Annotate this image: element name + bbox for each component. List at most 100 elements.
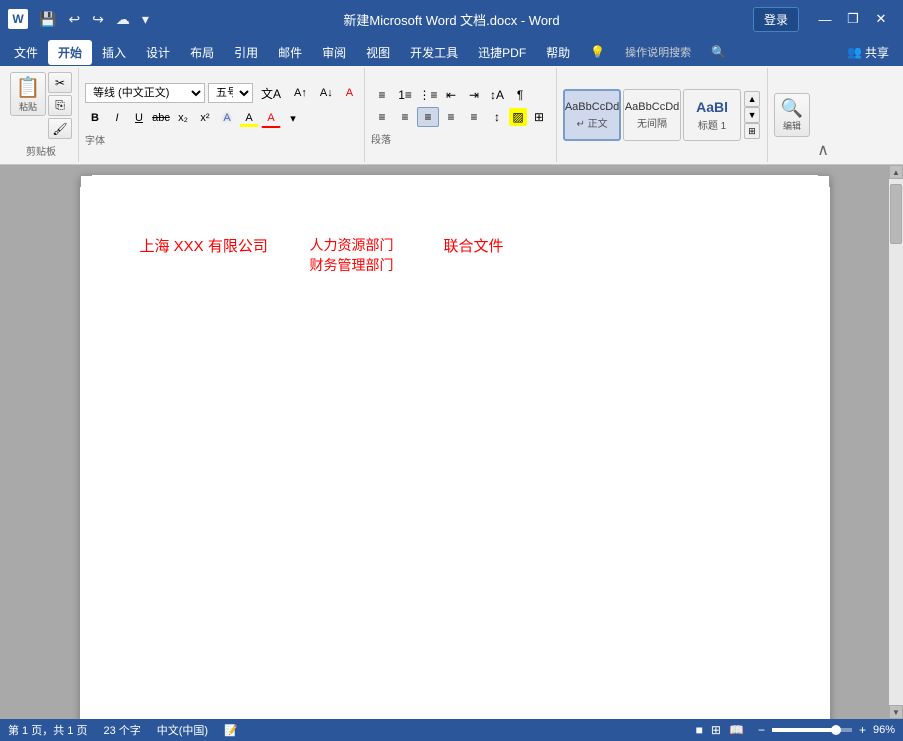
shading-button[interactable]: ▨ [509, 108, 527, 126]
share-people-icon: 👥 [847, 45, 862, 59]
bold-button[interactable]: B [85, 108, 105, 128]
menu-pdf[interactable]: 迅捷PDF [468, 40, 536, 65]
window-title: 新建Microsoft Word 文档.docx - Word [343, 10, 559, 29]
menu-search[interactable]: 操作说明搜索 [615, 40, 701, 64]
para-list-row: ≡ 1≡ ⋮≡ ⇤ ⇥ ↕A ¶ [371, 85, 550, 105]
ribbon-collapse-button[interactable]: ∧ [816, 140, 830, 160]
clipboard-label: 剪贴板 [26, 143, 56, 158]
redo-quick-btn[interactable]: ↪ [89, 9, 107, 30]
close-button[interactable]: ✕ [867, 5, 895, 33]
style-heading1-card[interactable]: AaBl 标题 1 [683, 89, 741, 141]
read-view-btn[interactable]: 📖 [726, 722, 747, 738]
style-normal-card[interactable]: AaBbCcDd ↵ 正文 [563, 89, 621, 141]
department-names: 人力资源部门 财务管理部门 [310, 235, 394, 275]
decrease-indent-button[interactable]: ⇤ [440, 85, 462, 105]
paste-icon: 📋 [16, 75, 41, 100]
menu-help[interactable]: 帮助 [536, 40, 580, 65]
zoom-out-btn[interactable]: − [755, 722, 768, 738]
menu-developer[interactable]: 开发工具 [400, 40, 468, 65]
save-quick-btn[interactable]: 💾 [36, 9, 59, 30]
search-find-button[interactable]: 🔍 编辑 [774, 93, 810, 137]
text-highlight-button[interactable]: A [239, 108, 259, 128]
underline-button[interactable]: U [129, 108, 149, 128]
font-shrink-btn[interactable]: A↓ [315, 83, 338, 103]
menu-file[interactable]: 文件 [4, 40, 48, 65]
document-scroll-area: 上海 XXX 有限公司 人力资源部门 财务管理部门 联合文件 ▲ ▼ [0, 165, 903, 719]
style-nospace-card[interactable]: AaBbCcDd 无间隔 [623, 89, 681, 141]
styles-scroll-down[interactable]: ▼ [744, 107, 760, 123]
font-more-btn[interactable]: ▾ [283, 108, 303, 128]
scroll-up-button[interactable]: ▲ [889, 165, 903, 179]
superscript-button[interactable]: x² [195, 108, 215, 128]
styles-more[interactable]: ⊞ [744, 123, 760, 139]
increase-indent-button[interactable]: ⇥ [463, 85, 485, 105]
menu-references[interactable]: 引用 [224, 40, 268, 65]
title-bar-left: W 💾 ↩ ↪ ☁ ▾ [8, 9, 152, 30]
italic-button[interactable]: I [107, 108, 127, 128]
scroll-thumb[interactable] [890, 184, 902, 244]
company-name-text: 上海 XXX 有限公司 [140, 235, 290, 256]
copy-button[interactable]: ⎘ [48, 95, 72, 116]
sort-button[interactable]: ↕A [486, 85, 508, 105]
restore-button[interactable]: ❐ [839, 5, 867, 33]
undo-quick-btn[interactable]: ↩ [65, 9, 83, 30]
paragraph-label: 段落 [371, 131, 550, 146]
zoom-control: − + 96% [755, 722, 895, 738]
minimize-button[interactable]: — [811, 5, 839, 33]
menu-layout[interactable]: 布局 [180, 40, 224, 65]
corner-mark-tr [818, 175, 830, 187]
font-grow-btn[interactable]: A↑ [289, 83, 312, 103]
zoom-slider-track[interactable] [772, 728, 852, 732]
text-effect-button[interactable]: A [217, 108, 237, 128]
cut-button[interactable]: ✂ [48, 72, 72, 93]
menu-review[interactable]: 审阅 [312, 40, 356, 65]
menu-share[interactable]: 👥 共享 [837, 40, 899, 65]
strikethrough-button[interactable]: abc [151, 108, 171, 128]
quick-access-dropdown[interactable]: ▾ [139, 9, 152, 30]
word-app-icon: W [8, 9, 28, 29]
distribute-button[interactable]: ≡ [463, 107, 485, 127]
numbering-button[interactable]: 1≡ [394, 85, 416, 105]
autosave-btn[interactable]: ☁ [113, 9, 133, 30]
subscript-button[interactable]: x₂ [173, 108, 193, 128]
font-section: 等线 (中文正文) 五号 文A A↑ A↓ A B I U abc x₂ x² … [79, 68, 365, 162]
vertical-scrollbar[interactable]: ▲ ▼ [889, 165, 903, 719]
styles-scroll-up[interactable]: ▲ [744, 91, 760, 107]
menu-home[interactable]: 开始 [48, 40, 92, 65]
menu-mailings[interactable]: 邮件 [268, 40, 312, 65]
multilevel-button[interactable]: ⋮≡ [417, 85, 439, 105]
align-left-button[interactable]: ≡ [371, 107, 393, 127]
language-text: 中文(中国) [157, 722, 208, 738]
menu-view[interactable]: 视图 [356, 40, 400, 65]
borders-button[interactable]: ⊞ [528, 107, 550, 127]
font-clear-btn[interactable]: A [341, 83, 358, 103]
format-painter-button[interactable]: 🖌 [48, 118, 72, 139]
align-center-button[interactable]: ≡ [394, 107, 416, 127]
login-button[interactable]: 登录 [753, 7, 799, 32]
scroll-track[interactable] [889, 179, 903, 705]
clipboard-small-buttons: ✂ ⎘ 🖌 [48, 72, 72, 139]
bullets-button[interactable]: ≡ [371, 85, 393, 105]
show-hide-button[interactable]: ¶ [509, 85, 531, 105]
font-color-button[interactable]: A [261, 108, 281, 128]
menu-design[interactable]: 设计 [136, 40, 180, 65]
paste-button[interactable]: 📋 粘贴 [10, 72, 46, 116]
paste-label: 粘贴 [19, 100, 37, 113]
font-wen-btn[interactable]: 文A [256, 83, 286, 103]
document-content-area: 上海 XXX 有限公司 人力资源部门 财务管理部门 联合文件 [0, 165, 889, 719]
font-size-select[interactable]: 五号 [208, 83, 253, 103]
font-family-select[interactable]: 等线 (中文正文) [85, 83, 205, 103]
line-spacing-button[interactable]: ↕ [486, 107, 508, 127]
page-content[interactable]: 上海 XXX 有限公司 人力资源部门 财务管理部门 联合文件 [140, 235, 770, 275]
web-view-btn[interactable]: ⊞ [708, 722, 724, 738]
zoom-thumb[interactable] [831, 725, 841, 735]
menu-search-icon: 💡 [580, 41, 615, 63]
search-icon: 🔍 [781, 98, 803, 119]
zoom-in-btn[interactable]: + [856, 722, 869, 738]
scroll-down-button[interactable]: ▼ [889, 705, 903, 719]
print-view-btn[interactable]: ■ [693, 722, 706, 738]
justify-button[interactable]: ≡ [440, 107, 462, 127]
menu-insert[interactable]: 插入 [92, 40, 136, 65]
align-right-button[interactable]: ≡ [417, 107, 439, 127]
font-family-row: 等线 (中文正文) 五号 文A A↑ A↓ A [85, 83, 358, 103]
